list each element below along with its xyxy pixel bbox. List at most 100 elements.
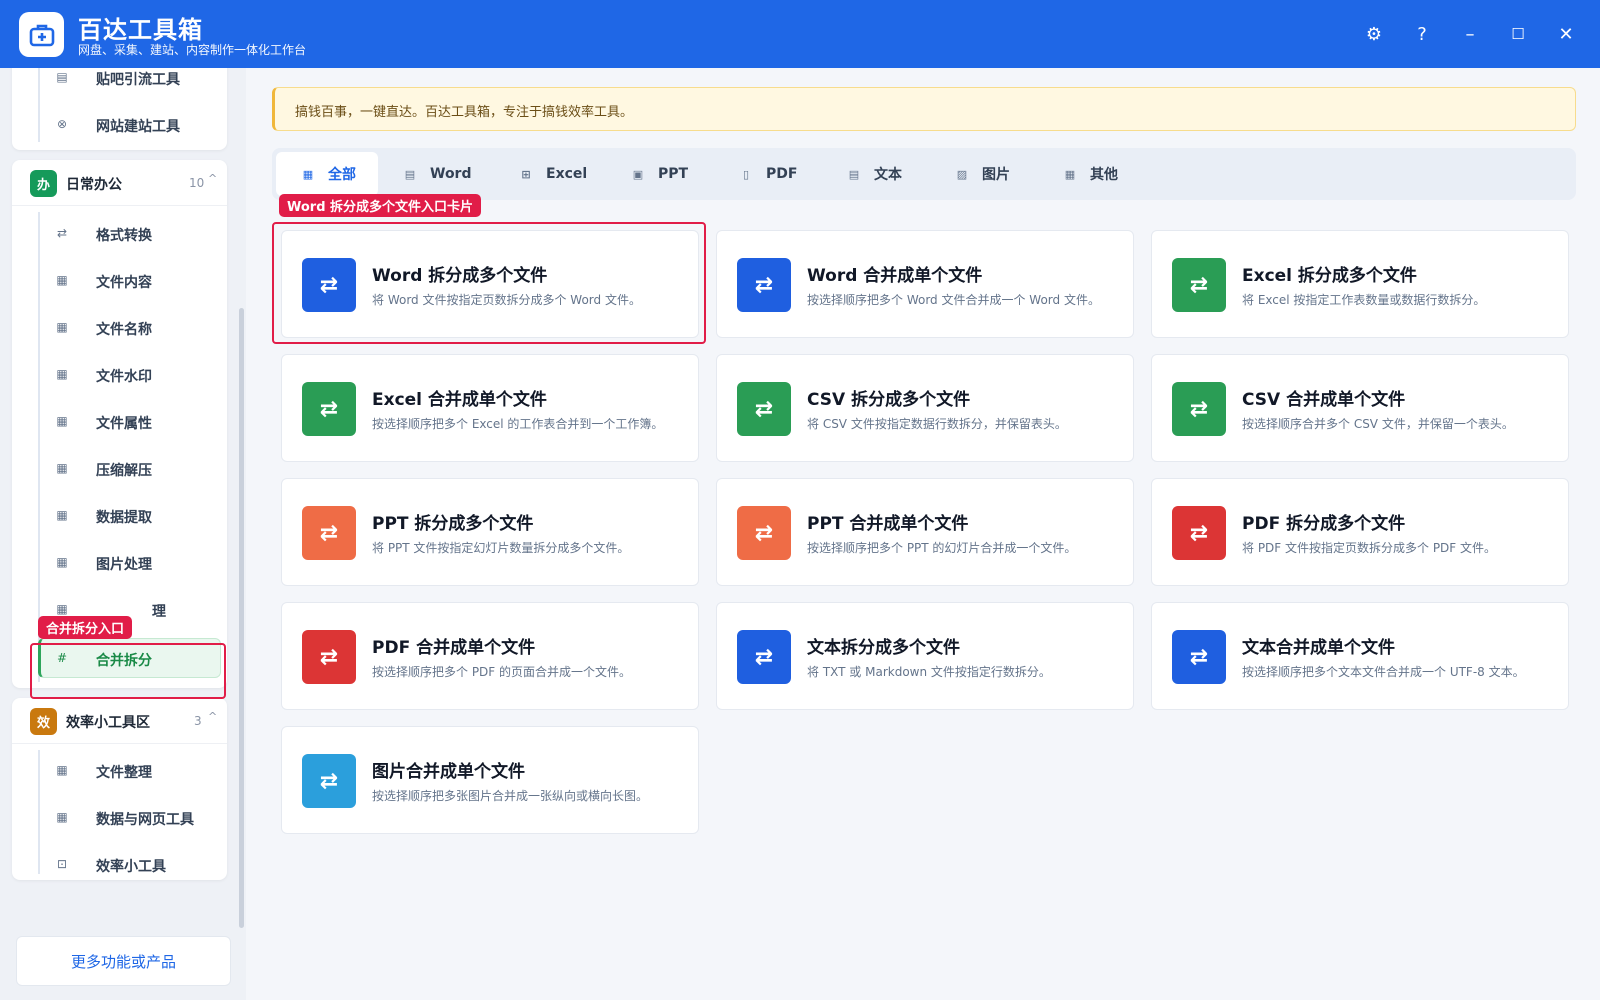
toolbox-icon: ⊡ xyxy=(56,857,68,871)
card-title: PPT 合并成单个文件 xyxy=(807,514,969,534)
sidebar: ▤ 贴吧引流工具 ⊗ 网站建站工具 办 日常办公 10 ^ ⇄ 格式转换 ▦ 文… xyxy=(0,68,246,1000)
group-header-efficiency[interactable]: 效 效率小工具区 3 ^ xyxy=(12,698,227,744)
notice-banner: 搞钱百事，一键直达。百达工具箱，专注于搞钱效率工具。 xyxy=(272,87,1576,131)
settings-gear-icon[interactable]: ⚙ xyxy=(1360,20,1388,48)
tool-card-csv-split[interactable]: ⇄ CSV 拆分成多个文件 将 CSV 文件按指定数据行数拆分，并保留表头。 xyxy=(716,354,1134,462)
sidebar-item-file-content[interactable]: ▦ 文件内容 xyxy=(38,261,221,301)
sidebar-item-image[interactable]: ▦ 图片处理 xyxy=(38,543,221,583)
card-description: 将 Excel 按指定工作表数量或数据行数拆分。 xyxy=(1242,293,1486,307)
group-header-office[interactable]: 办 日常办公 10 ^ xyxy=(12,160,227,206)
group-count: 10 xyxy=(189,176,205,190)
card-title: 图片合并成单个文件 xyxy=(372,762,525,782)
sidebar-item-properties[interactable]: ▦ 文件属性 xyxy=(38,402,221,442)
sidebar-item-tieba[interactable]: ▤ 贴吧引流工具 xyxy=(38,68,221,98)
more-products-button[interactable]: 更多功能或产品 xyxy=(16,936,231,986)
sidebar-item-label: 图片处理 xyxy=(96,557,152,573)
tab-label: 全部 xyxy=(328,167,356,183)
card-description: 按选择顺序把多个 Word 文件合并成一个 Word 文件。 xyxy=(807,293,1100,307)
tool-card-ppt-merge[interactable]: ⇄ PPT 合并成单个文件 按选择顺序把多个 PPT 的幻灯片合并成一个文件。 xyxy=(716,478,1134,586)
title-bar: 百达工具箱 网盘、采集、建站、内容制作一体化工作台 ⚙ ? – ☐ ✕ xyxy=(0,0,1600,68)
swap-arrows-icon: ⇄ xyxy=(737,506,791,560)
help-icon[interactable]: ? xyxy=(1408,20,1436,48)
sidebar-item-extract[interactable]: ▦ 数据提取 xyxy=(38,496,221,536)
image-icon: ▨ xyxy=(956,167,968,181)
card-description: 按选择顺序把多个 Excel 的工作表合并到一个工作簿。 xyxy=(372,417,664,431)
tab-excel[interactable]: ⊞ Excel xyxy=(518,152,587,196)
sidebar-item-small-tools[interactable]: ⊡ 效率小工具 xyxy=(38,845,221,885)
tab-all[interactable]: ▦ 全部 xyxy=(276,152,378,196)
tool-card-ppt-split[interactable]: ⇄ PPT 拆分成多个文件 将 PPT 文件按指定幻灯片数量拆分成多个文件。 xyxy=(281,478,699,586)
grid-icon: ▦ xyxy=(56,555,68,569)
card-description: 将 Word 文件按指定页数拆分成多个 Word 文件。 xyxy=(372,293,641,307)
merge-split-highlight-box xyxy=(30,643,226,699)
maximize-button[interactable]: ☐ xyxy=(1504,20,1532,48)
sidebar-item-label: 文件整理 xyxy=(96,765,152,781)
sidebar-item-label: 文件属性 xyxy=(96,416,152,432)
group-label: 效率小工具区 xyxy=(66,715,150,731)
tab-other[interactable]: ▦ 其他 xyxy=(1062,152,1118,196)
tool-card-image-merge[interactable]: ⇄ 图片合并成单个文件 按选择顺序把多张图片合并成一张纵向或横向长图。 xyxy=(281,726,699,834)
sidebar-item-data-web[interactable]: ▦ 数据与网页工具 xyxy=(38,798,221,838)
sidebar-item-website[interactable]: ⊗ 网站建站工具 xyxy=(38,105,221,145)
tab-text[interactable]: ▤ 文本 xyxy=(846,152,902,196)
chevron-up-icon[interactable]: ^ xyxy=(208,172,217,185)
sidebar-item-file-name[interactable]: ▦ 文件名称 xyxy=(38,308,221,348)
sidebar-item-watermark[interactable]: ▦ 文件水印 xyxy=(38,355,221,395)
table-icon: ⊞ xyxy=(521,167,531,181)
tab-word[interactable]: ▤ Word xyxy=(402,152,472,196)
globe-icon: ⊗ xyxy=(56,117,68,131)
swap-arrows-icon: ⇄ xyxy=(302,506,356,560)
tool-card-pdf-split[interactable]: ⇄ PDF 拆分成多个文件 将 PDF 文件按指定页数拆分成多个 PDF 文件。 xyxy=(1151,478,1569,586)
swap-arrows-icon: ⇄ xyxy=(1172,506,1226,560)
tool-card-word-merge[interactable]: ⇄ Word 合并成单个文件 按选择顺序把多个 Word 文件合并成一个 Wor… xyxy=(716,230,1134,338)
tab-label: 图片 xyxy=(982,167,1010,183)
tool-card-pdf-merge[interactable]: ⇄ PDF 合并成单个文件 按选择顺序把多个 PDF 的页面合并成一个文件。 xyxy=(281,602,699,710)
category-tabs: ▦ 全部 ▤ Word ⊞ Excel ▣ PPT ▯ PDF ▤ 文本 ▨ 图… xyxy=(272,148,1576,200)
app-title: 百达工具箱 xyxy=(78,16,203,44)
tool-card-excel-merge[interactable]: ⇄ Excel 合并成单个文件 按选择顺序把多个 Excel 的工作表合并到一个… xyxy=(281,354,699,462)
minimize-button[interactable]: – xyxy=(1456,20,1484,48)
card-description: 按选择顺序把多个 PDF 的页面合并成一个文件。 xyxy=(372,665,632,679)
card-description: 按选择顺序把多张图片合并成一张纵向或横向长图。 xyxy=(372,789,649,803)
word-split-annotation-tag: Word 拆分成多个文件入口卡片 xyxy=(279,194,482,217)
card-title: PPT 拆分成多个文件 xyxy=(372,514,534,534)
card-title: Word 拆分成多个文件 xyxy=(372,266,548,286)
card-description: 将 PDF 文件按指定页数拆分成多个 PDF 文件。 xyxy=(1242,541,1497,555)
grid-icon: ▦ xyxy=(1064,167,1076,181)
tab-label: PDF xyxy=(766,166,798,182)
sidebar-item-format[interactable]: ⇄ 格式转换 xyxy=(38,214,221,254)
card-description: 按选择顺序合并多个 CSV 文件，并保留一个表头。 xyxy=(1242,417,1514,431)
grid-icon: ▦ xyxy=(56,273,68,287)
card-description: 将 TXT 或 Markdown 文件按指定行数拆分。 xyxy=(807,665,1051,679)
chevron-up-icon[interactable]: ^ xyxy=(208,710,217,723)
card-title: CSV 拆分成多个文件 xyxy=(807,390,971,410)
sidebar-group-efficiency: 效 效率小工具区 3 ^ ▦ 文件整理 ▦ 数据与网页工具 ⊡ 效率小工具 xyxy=(12,698,227,880)
close-button[interactable]: ✕ xyxy=(1552,20,1580,48)
card-description: 按选择顺序把多个文本文件合并成一个 UTF-8 文本。 xyxy=(1242,665,1525,679)
tool-card-csv-merge[interactable]: ⇄ CSV 合并成单个文件 按选择顺序合并多个 CSV 文件，并保留一个表头。 xyxy=(1151,354,1569,462)
card-title: CSV 合并成单个文件 xyxy=(1242,390,1406,410)
sidebar-item-compress[interactable]: ▦ 压缩解压 xyxy=(38,449,221,489)
tool-card-excel-split[interactable]: ⇄ Excel 拆分成多个文件 将 Excel 按指定工作表数量或数据行数拆分。 xyxy=(1151,230,1569,338)
swap-arrows-icon: ⇄ xyxy=(302,630,356,684)
tool-card-word-split[interactable]: ⇄ Word 拆分成多个文件 将 Word 文件按指定页数拆分成多个 Word … xyxy=(281,230,699,338)
sidebar-scrollbar[interactable] xyxy=(239,308,244,928)
tab-pdf[interactable]: ▯ PDF xyxy=(738,152,797,196)
sidebar-item-label: 理 xyxy=(152,604,166,620)
grid-icon: ▦ xyxy=(56,602,68,616)
grid-icon: ▦ xyxy=(56,367,68,381)
tool-card-text-merge[interactable]: ⇄ 文本合并成单个文件 按选择顺序把多个文本文件合并成一个 UTF-8 文本。 xyxy=(1151,602,1569,710)
grid-icon: ▦ xyxy=(56,508,68,522)
swap-arrows-icon: ⇄ xyxy=(1172,258,1226,312)
tab-ppt[interactable]: ▣ PPT xyxy=(630,152,688,196)
tab-image[interactable]: ▨ 图片 xyxy=(954,152,1010,196)
sidebar-item-label: 格式转换 xyxy=(96,228,152,244)
grid-icon: ▦ xyxy=(56,763,68,777)
group-label: 日常办公 xyxy=(66,177,122,193)
tool-card-text-split[interactable]: ⇄ 文本拆分成多个文件 将 TXT 或 Markdown 文件按指定行数拆分。 xyxy=(716,602,1134,710)
tab-label: Excel xyxy=(546,166,588,182)
card-title: Excel 合并成单个文件 xyxy=(372,390,547,410)
sidebar-item-file-organize[interactable]: ▦ 文件整理 xyxy=(38,751,221,791)
grid-icon: ▦ xyxy=(56,414,68,428)
sidebar-group-top: ▤ 贴吧引流工具 ⊗ 网站建站工具 xyxy=(12,68,227,150)
